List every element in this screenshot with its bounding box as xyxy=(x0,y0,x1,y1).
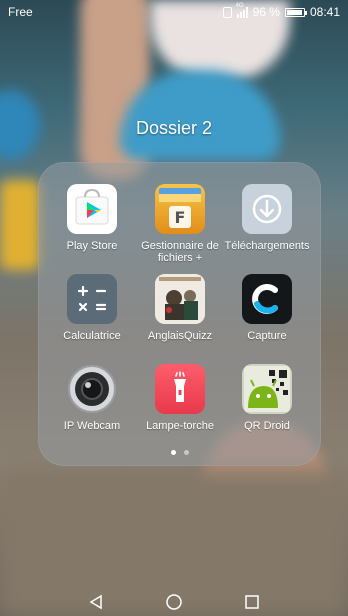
home-icon xyxy=(166,594,182,610)
app-label: Play Store xyxy=(66,240,118,252)
calculator-icon xyxy=(67,274,117,324)
app-anglaisquizz[interactable]: AnglaisQuizz xyxy=(132,274,228,342)
app-label: Capture xyxy=(247,330,287,342)
capture-icon xyxy=(242,274,292,324)
vibrate-icon xyxy=(222,6,232,18)
back-button[interactable] xyxy=(87,593,105,611)
back-icon xyxy=(89,594,102,610)
webcam-icon xyxy=(67,364,117,414)
app-ip-webcam[interactable]: IP Webcam xyxy=(44,364,140,432)
play-store-icon xyxy=(67,184,117,234)
page-dot-2[interactable] xyxy=(183,450,189,455)
navigation-bar xyxy=(0,588,348,616)
app-label: IP Webcam xyxy=(63,420,121,432)
folder-title[interactable]: Dossier 2 xyxy=(0,118,348,139)
app-label: Téléchargements xyxy=(224,240,310,252)
quiz-icon xyxy=(155,274,205,324)
recents-icon xyxy=(245,595,259,609)
app-label: QR Droid xyxy=(244,420,290,432)
signal-icon: 4G xyxy=(236,3,248,18)
flashlight-icon xyxy=(155,364,205,414)
app-calculator[interactable]: Calculatrice xyxy=(44,274,140,342)
battery-percent: 96 % xyxy=(252,5,280,19)
download-icon xyxy=(242,184,292,234)
qr-droid-icon xyxy=(242,364,292,414)
app-label: Lampe-torche xyxy=(146,420,214,432)
home-button[interactable] xyxy=(165,593,183,611)
file-manager-icon: F xyxy=(155,184,205,234)
app-qr-droid[interactable]: QR Droid xyxy=(219,364,315,432)
clock: 08:41 xyxy=(309,5,340,19)
battery-icon xyxy=(284,7,307,17)
app-capture[interactable]: Capture xyxy=(219,274,315,342)
app-play-store[interactable]: Play Store xyxy=(44,184,140,252)
app-flashlight[interactable]: Lampe-torche xyxy=(132,364,228,432)
network-type-label: 4G xyxy=(235,2,244,9)
app-file-manager[interactable]: F Gestionnaire de fichiers + xyxy=(132,184,228,264)
folder-panel: Play Store F Gestionnaire de fichiers + … xyxy=(38,162,321,466)
carrier-label: Free xyxy=(8,5,33,19)
page-indicator xyxy=(38,450,321,455)
app-label: Gestionnaire de fichiers + xyxy=(141,240,219,264)
svg-text:F: F xyxy=(175,208,186,227)
app-label: AnglaisQuizz xyxy=(147,330,213,342)
status-bar: Free 4G 96 % 08:41 xyxy=(0,0,348,24)
page-dot-1[interactable] xyxy=(170,450,176,455)
app-label: Calculatrice xyxy=(63,330,121,342)
recents-button[interactable] xyxy=(243,593,261,611)
app-downloads[interactable]: Téléchargements xyxy=(219,184,315,252)
